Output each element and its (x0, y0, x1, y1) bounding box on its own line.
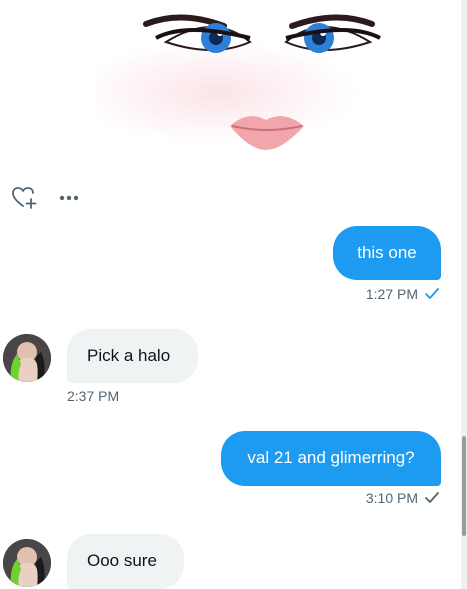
heart-plus-icon[interactable] (12, 186, 38, 210)
message-text: Ooo sure (87, 551, 157, 570)
avatar[interactable] (3, 539, 51, 587)
face-illustration (143, 14, 381, 150)
sent-message-bubble[interactable]: this one (333, 226, 441, 280)
received-message-bubble[interactable]: Pick a halo (67, 329, 198, 383)
message-meta: 3:10 PM (366, 490, 440, 506)
avatar[interactable] (3, 334, 51, 382)
message-time: 1:27 PM (365, 286, 418, 302)
message-time: 2:37 PM (67, 388, 120, 404)
message-text: Pick a halo (87, 346, 171, 365)
more-dots-icon[interactable] (58, 188, 80, 208)
message-meta: 1:27 PM (366, 286, 440, 302)
avatar-image (3, 539, 51, 587)
checkmark-icon (425, 492, 439, 503)
sent-message-bubble[interactable]: val 21 and glimerring? (221, 431, 441, 486)
message-meta: 2:37 PM (67, 388, 119, 404)
message-text: this one (357, 243, 417, 262)
message-time: 3:10 PM (365, 490, 418, 506)
checkmark-icon (425, 288, 439, 299)
scrollbar-thumb[interactable] (462, 436, 466, 536)
avatar-image (3, 334, 51, 382)
message-text: val 21 and glimerring? (247, 448, 415, 467)
message-image[interactable] (96, 10, 441, 160)
received-message-bubble[interactable]: Ooo sure (67, 534, 184, 589)
